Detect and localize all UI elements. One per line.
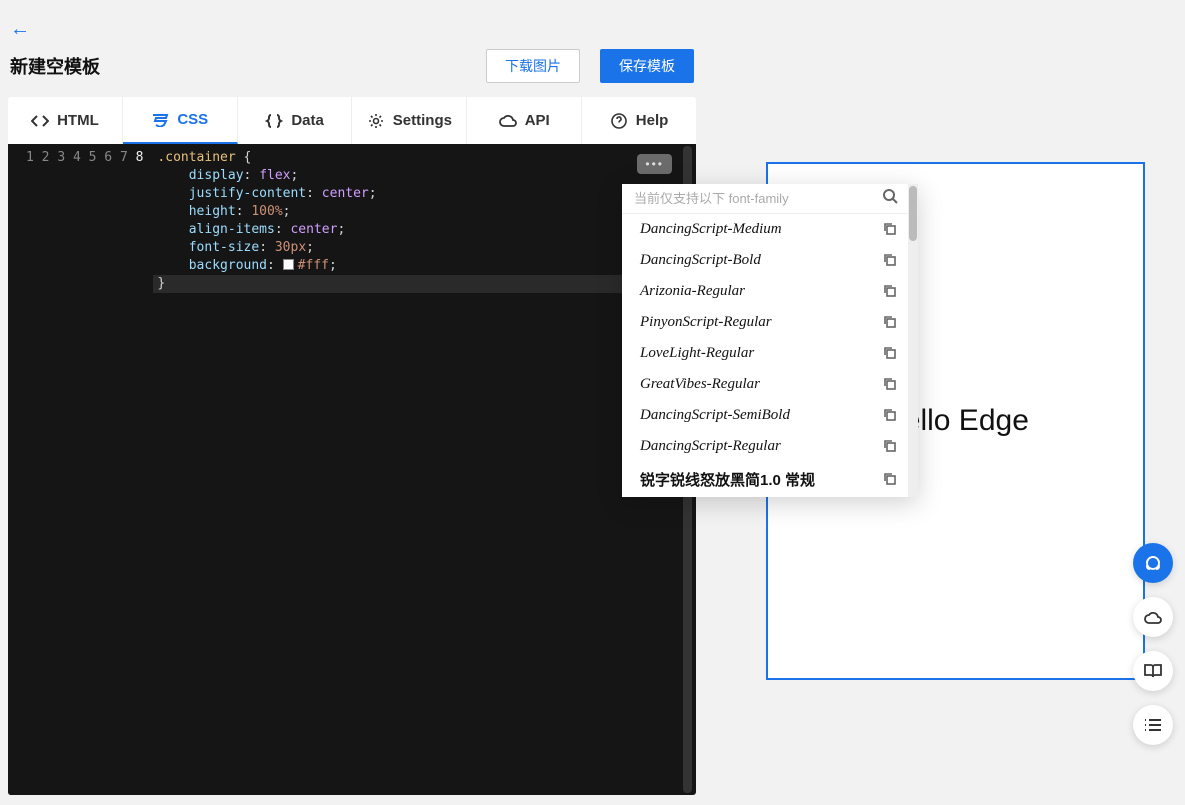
gear-icon [367,113,385,129]
search-icon[interactable] [882,188,898,209]
font-option-label: 锐字锐线怒放黑简1.0 常规 [640,469,815,490]
font-option[interactable]: GreatVibes-Regular [622,369,908,400]
help-icon [610,113,628,129]
tab-html-label: HTML [57,112,99,129]
font-option[interactable]: DancingScript-Regular [622,431,908,462]
font-option[interactable]: DancingScript-Bold [622,245,908,276]
editor-more-button[interactable]: ••• [637,154,672,174]
font-option-label: DancingScript-Regular [640,438,781,455]
font-option[interactable]: Arizonia-Regular [622,276,908,307]
back-button[interactable]: ← [10,16,30,43]
font-option-label: DancingScript-SemiBold [640,407,790,424]
copy-icon[interactable] [883,284,896,300]
code-editor[interactable]: 1 2 3 4 5 6 7 8 .container { display: fl… [8,144,696,795]
font-option[interactable]: DancingScript-SemiBold [622,400,908,431]
font-option[interactable]: LoveLight-Regular [622,338,908,369]
font-option-label: DancingScript-Bold [640,252,761,269]
cloud-fab[interactable] [1133,597,1173,637]
tab-data[interactable]: Data [238,97,353,144]
font-option-label: LoveLight-Regular [640,345,754,362]
copy-icon[interactable] [883,315,896,331]
copy-icon[interactable] [883,346,896,362]
braces-icon [265,113,283,129]
font-search-input[interactable] [634,191,882,206]
font-option[interactable]: PinyonScript-Regular [622,307,908,338]
save-template-button[interactable]: 保存模板 [600,49,694,83]
code-icon [31,113,49,129]
copy-icon[interactable] [883,439,896,455]
cloud-icon [499,113,517,129]
page-title: 新建空模板 [10,53,100,79]
css-icon [151,112,169,128]
font-option-label: GreatVibes-Regular [640,376,760,393]
editor-tabs: HTML CSS Data Settings [8,97,696,144]
tab-data-label: Data [291,112,324,129]
list-fab[interactable] [1133,705,1173,745]
editor-gutter: 1 2 3 4 5 6 7 8 [8,144,153,795]
font-option[interactable]: DancingScript-Medium [622,214,908,245]
font-option-label: DancingScript-Medium [640,221,782,238]
tab-settings-label: Settings [393,112,452,129]
copy-icon[interactable] [883,408,896,424]
copy-icon[interactable] [883,377,896,393]
color-swatch-icon [283,259,294,270]
font-option-label: PinyonScript-Regular [640,314,772,331]
editor-content[interactable]: .container { display: flex; justify-cont… [153,144,680,795]
tab-html[interactable]: HTML [8,97,123,144]
tab-css[interactable]: CSS [123,97,238,144]
tab-css-label: CSS [177,111,208,128]
font-option-label: Arizonia-Regular [640,283,745,300]
tab-api-label: API [525,112,550,129]
copy-icon[interactable] [883,222,896,238]
tab-api[interactable]: API [467,97,582,144]
copy-icon[interactable] [883,472,896,488]
font-family-popup: DancingScript-Medium DancingScript-Bold Ar… [622,184,918,497]
download-image-button[interactable]: 下载图片 [486,49,580,83]
docs-fab[interactable] [1133,651,1173,691]
font-popup-scrollbar[interactable] [908,184,918,497]
tab-settings[interactable]: Settings [352,97,467,144]
tab-help[interactable]: Help [582,97,696,144]
font-option[interactable]: 锐字锐线怒放黑简1.0 常规 [622,462,908,497]
tab-help-label: Help [636,112,669,129]
support-fab[interactable] [1133,543,1173,583]
copy-icon[interactable] [883,253,896,269]
